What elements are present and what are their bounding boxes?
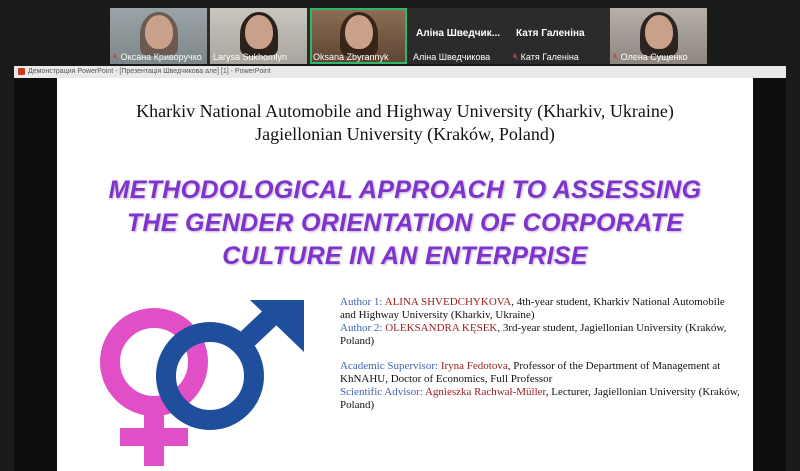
participant-big-name: Катя Галеніна (516, 28, 585, 39)
participant-tile-2[interactable]: Larysa Sukhomlyn (210, 8, 307, 64)
powerpoint-window-bar: Демонстрация PowerPoint - [Презентація Ш… (14, 66, 786, 78)
participant-tile-1[interactable]: 🔇︎ Оксана Криворучко (110, 8, 207, 64)
participant-big-name: Аліна Шведчик... (416, 28, 500, 39)
mic-muted-icon: 🔇︎ (113, 51, 119, 61)
slide-title: METHODOLOGICAL APPROACH TO ASSESSING THE… (77, 174, 733, 273)
participant-tile-5[interactable]: Катя Галеніна 🔇︎ Катя Галеніна (510, 8, 607, 64)
university-line-2: Jagiellonian University (Kraków, Poland) (255, 124, 555, 144)
slide-right-margin (753, 78, 786, 471)
participant-tile-3-active[interactable]: Oksana Zbyrannyk (310, 8, 407, 64)
gender-symbols (100, 300, 304, 466)
author-1: Author 1: ALINA SHVEDCHYKOVA, 4th-year s… (340, 296, 725, 321)
avatar-face (244, 15, 273, 49)
author-2: Author 2: OLEKSANDRA KĘSEK, 3rd-year stu… (340, 322, 727, 347)
participant-name: Larysa Sukhomlyn (213, 52, 288, 62)
powerpoint-icon (18, 67, 25, 75)
title-line-3: CULTURE IN AN ENTERPRISE (222, 242, 588, 270)
mic-muted-icon: 🔇︎ (613, 51, 619, 61)
participant-name: Oksana Zbyrannyk (313, 52, 389, 62)
video-strip: 🔇︎ Оксана Криворучко Larysa Sukhomlyn Oks… (110, 8, 707, 64)
participant-tile-6[interactable]: 🔇︎ Олена Сущенко (610, 8, 707, 64)
window-title: Демонстрация PowerPoint - [Презентація Ш… (28, 68, 271, 75)
academic-supervisor: Academic Supervisor: Iryna Fedotova, Pro… (340, 360, 721, 385)
avatar-face (344, 15, 373, 49)
mic-muted-icon: 🔇︎ (513, 51, 519, 61)
avatar-face (644, 15, 673, 49)
participant-name: Катя Галеніна (520, 51, 579, 62)
male-symbol-icon (156, 300, 304, 430)
participant-name: Аліна Шведчикова (413, 52, 491, 62)
avatar-face (144, 15, 173, 49)
participant-name: Оксана Криворучко (120, 51, 202, 62)
scientific-advisor: Scientific Advisor: Agnieszka Rachwał-Mü… (340, 386, 740, 411)
participant-tile-4[interactable]: Аліна Шведчик... Аліна Шведчикова (410, 8, 507, 64)
title-line-2: THE GENDER ORIENTATION OF CORPORATE (126, 209, 684, 237)
title-line-1: METHODOLOGICAL APPROACH TO ASSESSING (108, 176, 702, 204)
university-line-1: Kharkiv National Automobile and Highway … (136, 101, 674, 121)
slide-left-margin (14, 78, 57, 471)
author-info: Author 1: ALINA SHVEDCHYKOVA, 4th-year s… (340, 296, 740, 412)
presentation-slide: Kharkiv National Automobile and Highway … (57, 78, 753, 471)
participant-name: Олена Сущенко (620, 51, 688, 62)
